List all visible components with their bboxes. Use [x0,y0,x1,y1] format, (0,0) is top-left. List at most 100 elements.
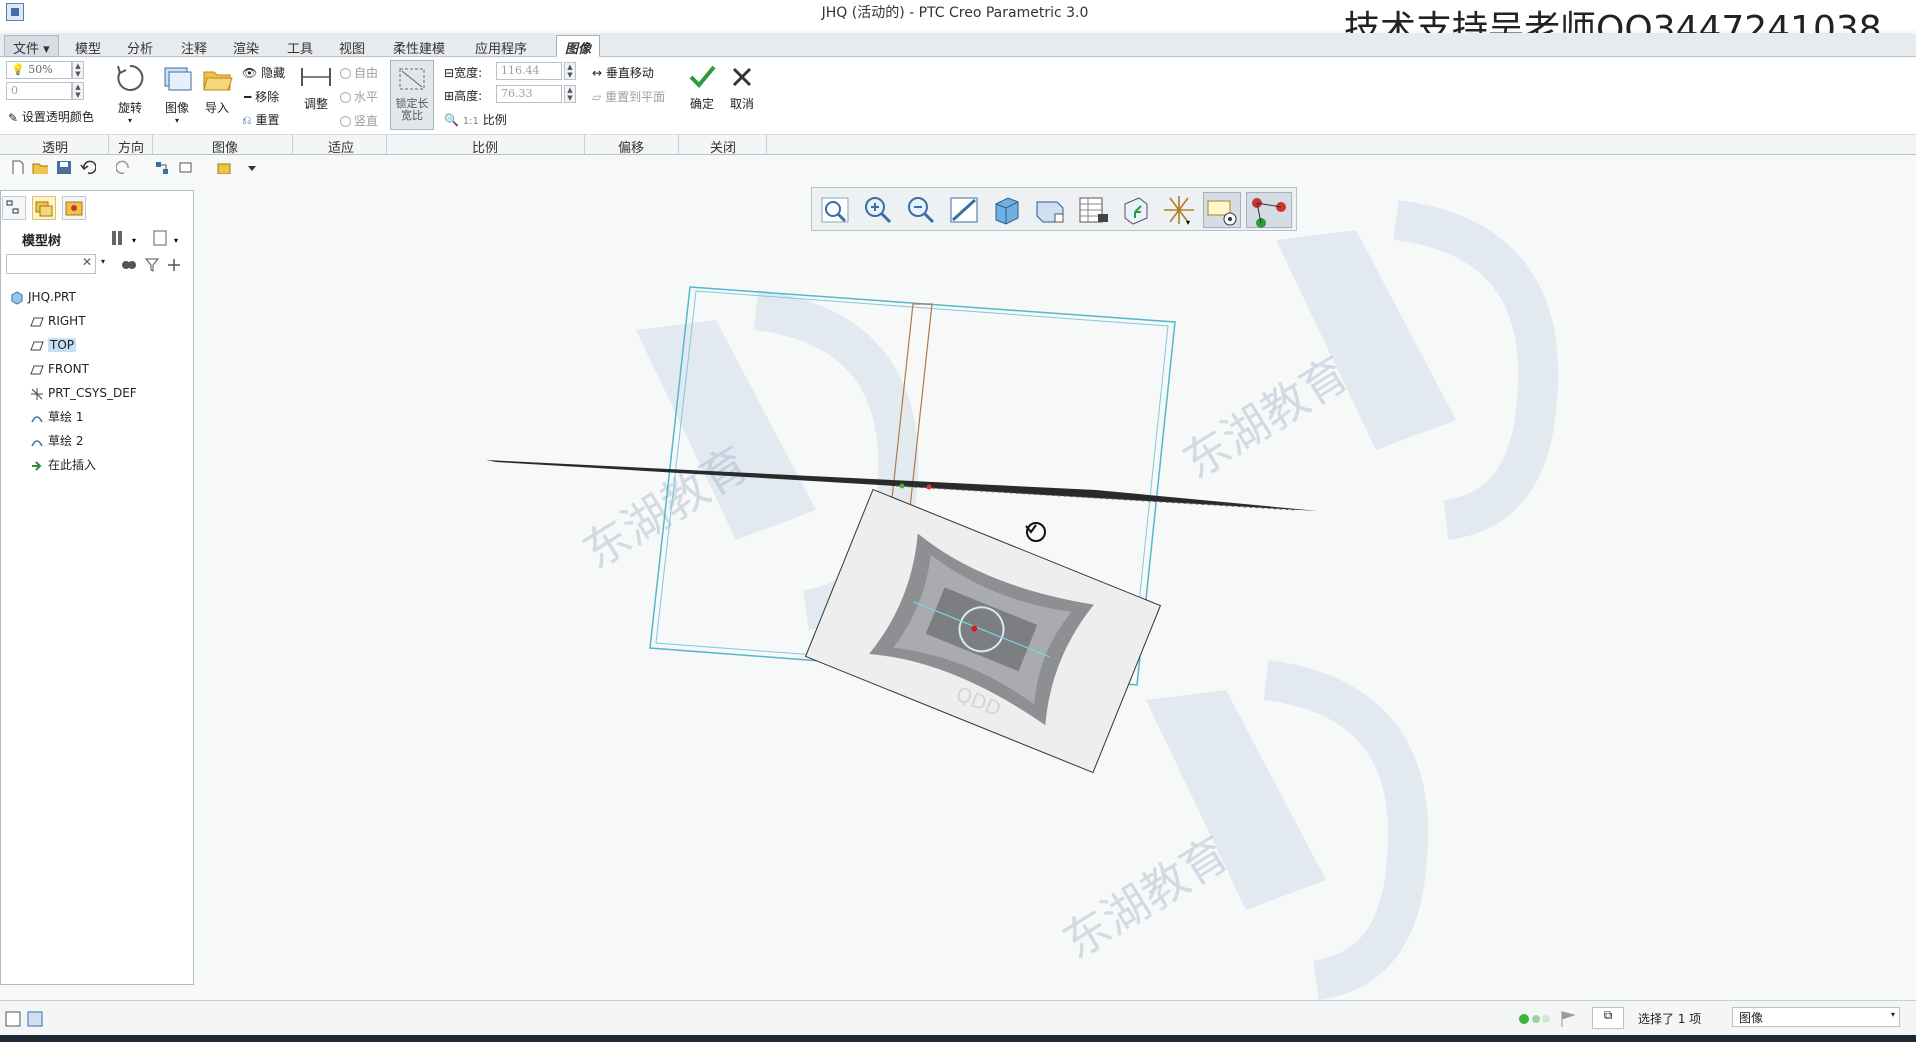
folder-open-icon [203,71,233,91]
group-separator [678,134,679,154]
ok-button[interactable]: 确定 [686,62,718,112]
reference-image[interactable]: QDD [804,488,1162,774]
height-field[interactable]: 76.33 [496,85,562,103]
import-button[interactable]: 导入 [200,62,234,116]
zoom-out-button[interactable] [902,192,940,228]
vertical-move-button[interactable]: ↔ 垂直移动 [592,64,654,81]
display-style-button[interactable] [988,192,1026,228]
refit-button[interactable] [816,192,854,228]
saved-orientations-button[interactable] [1031,192,1069,228]
reset-to-plane-button[interactable]: ▱ 重置到平面 [592,88,665,105]
tab-analysis[interactable]: 分析 [118,35,162,57]
model-tree-tab[interactable] [2,196,26,220]
horizontal-radio-dot [340,92,351,103]
tree-item-sketch-1[interactable]: 草绘 1 [30,408,83,428]
width-spinner[interactable]: ▲ ▼ [564,62,576,80]
free-radio[interactable]: 自由 [340,64,378,81]
save-icon[interactable] [56,160,72,174]
tree-item-front[interactable]: FRONT [30,360,89,380]
taskbar [0,1035,1916,1042]
image-button[interactable]: 图像 ▾ [160,62,194,125]
redo-icon[interactable]: ▾ [116,160,132,174]
tab-tools[interactable]: 工具 [278,35,322,57]
datum-plane-icon [30,365,44,374]
spin-center-button[interactable] [1246,192,1292,228]
tab-annotate[interactable]: 注释 [172,35,216,57]
group-label-offset: 偏移 [618,141,645,156]
transparency-second-spinner[interactable]: ▲ ▼ [72,82,84,100]
view-manager-button[interactable] [1074,192,1112,228]
tab-render[interactable]: 渲染 [224,35,268,57]
find-button[interactable]: ⧉ [1592,1007,1624,1029]
tab-model[interactable]: 模型 [66,35,110,57]
customize-qat-icon[interactable] [246,160,262,174]
open-folder-icon[interactable] [32,160,48,174]
tab-view[interactable]: 视图 [330,35,374,57]
transparency-second-field[interactable]: 0 [6,82,72,100]
minus-icon: ━ [244,90,252,104]
status-nav-icons[interactable] [4,1009,48,1029]
tab-flexible-modeling[interactable]: 柔性建模 [384,35,454,57]
annotation-display-button[interactable] [1203,192,1241,228]
find-filter-add-icons[interactable] [120,256,190,274]
favorites-tab[interactable] [62,196,86,220]
tree-filter-row: ✕ ▾ [4,254,190,274]
graphics-window[interactable]: 东湖教育 东湖教育 东湖教育 QDD [196,180,1916,1000]
horizontal-radio[interactable]: 水平 [340,88,378,105]
folder-browser-tab[interactable] [32,196,56,220]
free-radio-dot [340,68,351,79]
tree-item-root[interactable]: JHQ.PRT [10,288,76,308]
close-window-icon[interactable] [216,160,232,174]
remove-button[interactable]: ━ 移除 [244,88,279,105]
rotate-icon [117,64,144,91]
width-field[interactable]: 116.44 [496,62,562,80]
windows-icon[interactable]: ▾ [178,160,194,174]
lock-aspect-button[interactable]: 锁定长宽比 [390,60,434,130]
tree-item-csys[interactable]: PRT_CSYS_DEF [30,384,137,404]
zoom-in-button[interactable] [859,192,897,228]
hide-button[interactable]: 👁 隐藏 [242,64,285,81]
datum-display-button[interactable]: ▾ [1160,192,1198,228]
transparency-spinner[interactable]: ▲ ▼ [72,61,84,79]
vertical-radio[interactable]: 竖直 [340,112,378,129]
set-transparent-color-button[interactable]: ✎ 设置透明颜色 [8,108,94,125]
model-tree-title: 模型树 [22,234,62,249]
vertical-radio-dot [340,116,351,127]
binoculars-icon: ⧉ [1603,1008,1613,1022]
app-icon[interactable] [6,3,24,21]
tab-file[interactable]: 文件 ▾ [4,35,59,57]
reset-button[interactable]: ⎌ 重置 [242,111,279,128]
perspective-button[interactable] [1117,192,1155,228]
height-spinner[interactable]: ▲ ▼ [564,85,576,103]
cancel-button[interactable]: 取消 [726,62,758,112]
model-canvas: 东湖教育 东湖教育 东湖教育 QDD [486,200,1559,1000]
regenerate-icon[interactable] [154,160,170,174]
ribbon-group-bar [0,134,1916,154]
tree-item-sketch-2[interactable]: 草绘 2 [30,432,83,452]
repaint-button[interactable] [945,192,983,228]
tree-item-top[interactable]: TOP [30,336,77,356]
undo-icon[interactable]: ▾ [80,160,96,174]
insert-arrow-icon [32,460,42,471]
svg-text:▾: ▾ [132,236,136,245]
tab-applications[interactable]: 应用程序 [466,35,536,57]
selection-filter-select[interactable]: 图像 ▾ [1732,1007,1900,1027]
new-file-icon[interactable] [10,160,26,174]
clear-search-icon[interactable]: ✕ [82,255,92,269]
scale-ratio-button[interactable]: 🔍 1:1 比例 [444,111,507,128]
chevron-down-icon: ▾ [1890,1010,1895,1019]
rotate-handle-icon[interactable] [1025,522,1046,542]
group-separator [584,134,585,154]
regen-status-icon[interactable] [1516,1009,1580,1029]
csys-icon [31,387,43,400]
eyedropper-icon: ✎ [8,110,19,125]
rotate-button[interactable]: 旋转 ▾ [114,62,146,125]
search-dropdown-icon[interactable]: ▾ [101,257,105,266]
refit-icon [821,197,849,223]
tree-settings-icons[interactable]: ▾ ▾ [110,228,190,250]
tab-image[interactable]: 图像 [556,35,601,57]
transparency-field[interactable]: 💡 50% [6,61,72,79]
tree-item-insert-here[interactable]: 在此插入 [30,456,96,476]
adjust-button[interactable]: 调整 [298,62,334,112]
tree-item-right[interactable]: RIGHT [30,312,86,332]
